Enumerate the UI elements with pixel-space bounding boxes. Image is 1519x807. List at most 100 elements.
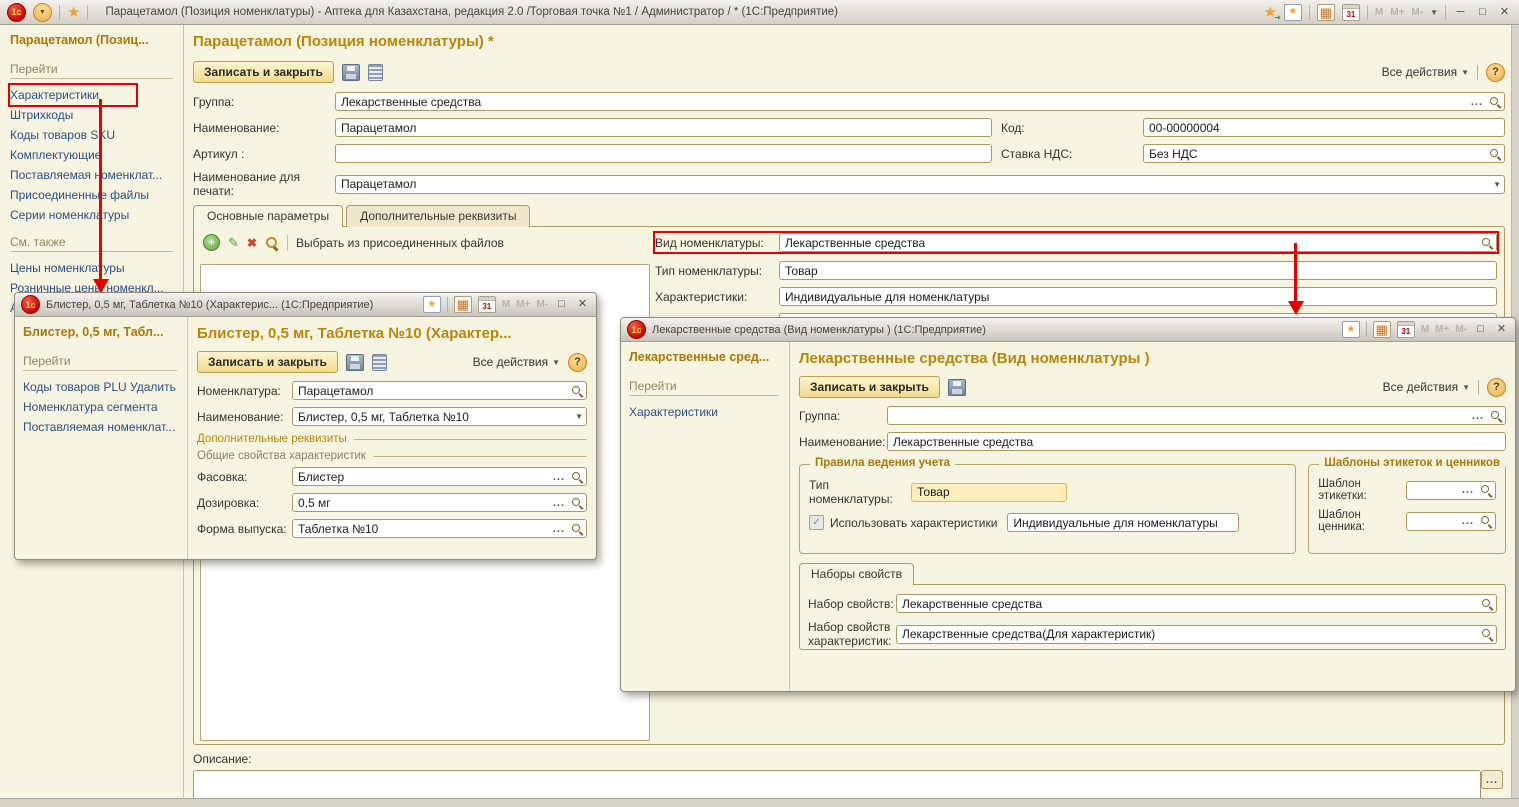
all-actions-button[interactable]: Все действия▼ xyxy=(1382,65,1469,79)
close-button[interactable]: ✕ xyxy=(1494,324,1509,335)
calculator-icon[interactable]: ▦ xyxy=(1373,321,1391,338)
dosage-field[interactable]: 0,5 мг ... xyxy=(292,493,587,512)
save-icon[interactable] xyxy=(948,379,966,396)
use-characteristics-field[interactable]: Индивидуальные для номенклатуры xyxy=(1007,513,1239,532)
label-template-field[interactable]: ... xyxy=(1406,481,1496,500)
add-button[interactable]: + xyxy=(203,234,220,251)
ellipsis-button[interactable]: ... xyxy=(550,520,568,537)
article-field[interactable] xyxy=(335,144,992,163)
name-field[interactable]: Блистер, 0,5 мг, Таблетка №10 ▼ xyxy=(292,407,587,426)
favorites-box-icon[interactable]: ★ xyxy=(1342,321,1360,338)
property-set-field[interactable]: Лекарственные средства xyxy=(896,594,1497,613)
nomenclature-type-field[interactable]: Товар xyxy=(779,261,1497,280)
memory-mminus-button[interactable]: M- xyxy=(536,299,548,310)
calculator-icon[interactable]: ▦ xyxy=(454,296,472,313)
dropdown-button[interactable]: ▼ xyxy=(572,408,586,425)
dropdown-button[interactable]: ▼ xyxy=(1490,176,1504,193)
sidebar-item-series[interactable]: Серии номенклатуры xyxy=(10,205,183,225)
add-favorite-icon[interactable]: ★ xyxy=(1263,5,1276,20)
favorites-star-icon[interactable]: ★ xyxy=(67,5,80,20)
release-form-field[interactable]: Таблетка №10 ... xyxy=(292,519,587,538)
lookup-button[interactable] xyxy=(568,494,586,511)
maximize-button[interactable]: □ xyxy=(1475,7,1490,18)
lookup-button[interactable] xyxy=(568,520,586,537)
help-button[interactable]: ? xyxy=(568,353,587,372)
save-close-button[interactable]: Записать и закрыть xyxy=(197,351,338,373)
sidebar-item-supplied-nomenclature[interactable]: Поставляемая номенклат... xyxy=(23,417,187,437)
sidebar-item-characteristics[interactable]: Характеристики xyxy=(10,85,136,105)
nomenclature-field[interactable]: Парацетамол xyxy=(292,381,587,400)
calculator-icon[interactable]: ▦ xyxy=(1317,4,1335,21)
name-field[interactable]: Парацетамол xyxy=(335,118,992,137)
save-icon[interactable] xyxy=(346,354,364,371)
delete-icon[interactable]: ✖ xyxy=(247,236,257,250)
characteristics-field[interactable]: Индивидуальные для номенклатуры xyxy=(779,287,1497,306)
help-button[interactable]: ? xyxy=(1487,378,1506,397)
lookup-button[interactable] xyxy=(1486,93,1504,110)
memory-mplus-button[interactable]: M+ xyxy=(1435,324,1449,335)
all-actions-button[interactable]: Все действия▼ xyxy=(473,355,560,369)
price-template-field[interactable]: ... xyxy=(1406,512,1496,531)
memory-m-button[interactable]: M xyxy=(502,299,510,310)
print-name-field[interactable]: Парацетамол ▼ xyxy=(335,175,1505,194)
lookup-button[interactable] xyxy=(568,382,586,399)
lookup-button[interactable] xyxy=(1478,626,1496,643)
use-characteristics-checkbox[interactable]: ✓ xyxy=(809,515,824,530)
ellipsis-button[interactable]: ... xyxy=(550,494,568,511)
type-field[interactable]: Товар xyxy=(911,483,1067,502)
lookup-button[interactable] xyxy=(1487,407,1505,424)
search-icon[interactable] xyxy=(265,236,279,250)
save-close-button[interactable]: Записать и закрыть xyxy=(799,376,940,398)
tab-additional-attributes[interactable]: Дополнительные реквизиты xyxy=(346,205,530,227)
sidebar-item-prices[interactable]: Цены номенклатуры xyxy=(10,258,183,278)
choose-attached-files-button[interactable]: Выбрать из присоединенных файлов xyxy=(296,236,504,250)
memory-mminus-button[interactable]: M- xyxy=(1411,7,1423,18)
help-button[interactable]: ? xyxy=(1486,63,1505,82)
favorites-box-icon[interactable]: ★ xyxy=(1284,4,1302,21)
calendar-icon[interactable]: 31 xyxy=(1397,321,1415,338)
memory-m-button[interactable]: M xyxy=(1375,7,1383,18)
tab-basic-parameters[interactable]: Основные параметры xyxy=(193,205,343,227)
memory-mplus-button[interactable]: M+ xyxy=(516,299,530,310)
sidebar-item-plu-codes[interactable]: Коды товаров PLU Удалить xyxy=(23,377,187,397)
edit-pencil-icon[interactable]: ✎ xyxy=(228,235,239,251)
ellipsis-button[interactable]: ... xyxy=(1459,513,1477,530)
close-button[interactable]: ✕ xyxy=(1497,7,1512,18)
memory-mminus-button[interactable]: M- xyxy=(1455,324,1467,335)
save-icon[interactable] xyxy=(342,64,360,81)
sidebar-item-supplied-nomenclature[interactable]: Поставляемая номенклат... xyxy=(10,165,183,185)
code-field[interactable]: 00-00000004 xyxy=(1143,118,1505,137)
lookup-button[interactable] xyxy=(568,468,586,485)
ellipsis-button[interactable]: ... xyxy=(1459,482,1477,499)
maximize-button[interactable]: □ xyxy=(554,299,569,310)
sidebar-item-segment-nomenclature[interactable]: Номенклатура сегмента xyxy=(23,397,187,417)
sidebar-item-barcodes[interactable]: Штрихкоды xyxy=(10,105,183,125)
favorites-box-icon[interactable]: ★ xyxy=(423,296,441,313)
lookup-button[interactable] xyxy=(1477,513,1495,530)
group-field[interactable]: Лекарственные средства ... xyxy=(335,92,1505,111)
description-ellipsis-button[interactable]: ... xyxy=(1481,770,1503,789)
close-button[interactable]: ✕ xyxy=(575,299,590,310)
chevron-down-icon[interactable]: ▼ xyxy=(1430,8,1438,17)
list-icon[interactable] xyxy=(372,354,387,371)
sidebar-item-attached-files[interactable]: Присоединенные файлы xyxy=(10,185,183,205)
group-field[interactable]: ... xyxy=(887,406,1506,425)
save-close-button[interactable]: Записать и закрыть xyxy=(193,61,334,83)
ellipsis-button[interactable]: ... xyxy=(1468,93,1486,110)
minimize-button[interactable]: ─ xyxy=(1453,7,1468,18)
ellipsis-button[interactable]: ... xyxy=(550,468,568,485)
vat-field[interactable]: Без НДС xyxy=(1143,144,1505,163)
memory-mplus-button[interactable]: M+ xyxy=(1390,7,1404,18)
all-actions-button[interactable]: Все действия▼ xyxy=(1383,380,1470,394)
sidebar-item-sku-codes[interactable]: Коды товаров SKU xyxy=(10,125,183,145)
list-icon[interactable] xyxy=(368,64,383,81)
memory-m-button[interactable]: M xyxy=(1421,324,1429,335)
maximize-button[interactable]: □ xyxy=(1473,324,1488,335)
name-field[interactable]: Лекарственные средства xyxy=(887,432,1506,451)
nomenclature-kind-field[interactable]: Лекарственные средства xyxy=(779,233,1497,252)
sidebar-item-components[interactable]: Комплектующие xyxy=(10,145,183,165)
sidebar-item-characteristics[interactable]: Характеристики xyxy=(629,402,789,422)
calendar-icon[interactable]: 31 xyxy=(1342,4,1360,21)
packing-field[interactable]: Блистер ... xyxy=(292,467,587,486)
additional-attributes-separator[interactable]: Дополнительные реквизиты xyxy=(197,433,587,445)
